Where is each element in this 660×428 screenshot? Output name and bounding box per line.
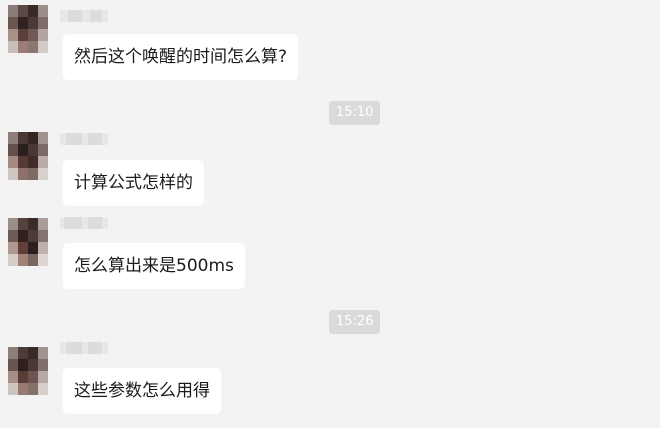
message-bubble[interactable]: 怎么算出来是500ms <box>63 243 245 289</box>
avatar[interactable] <box>8 347 48 395</box>
message-bubble[interactable]: 计算公式怎样的 <box>63 160 204 206</box>
avatar[interactable] <box>8 132 48 180</box>
sender-name-blurred <box>60 217 108 229</box>
message-row: 这些参数怎么用得 <box>0 338 660 428</box>
chat-area: 然后这个唤醒的时间怎么算? 15:10 计算公式怎样的 怎么算出来是500ms … <box>0 0 660 414</box>
message-row: 然后这个唤醒的时间怎么算? <box>0 0 660 90</box>
message-bubble[interactable]: 这些参数怎么用得 <box>63 368 221 414</box>
avatar[interactable] <box>8 5 48 53</box>
message-row: 怎么算出来是500ms <box>0 214 660 304</box>
sender-name-blurred <box>60 10 108 22</box>
avatar[interactable] <box>8 218 48 266</box>
sender-name-blurred <box>60 342 108 354</box>
message-row: 计算公式怎样的 <box>0 130 660 220</box>
message-bubble[interactable]: 然后这个唤醒的时间怎么算? <box>63 34 299 80</box>
timestamp-badge: 15:26 <box>329 310 381 334</box>
timestamp-badge: 15:10 <box>329 101 381 125</box>
sender-name-blurred <box>60 133 108 145</box>
